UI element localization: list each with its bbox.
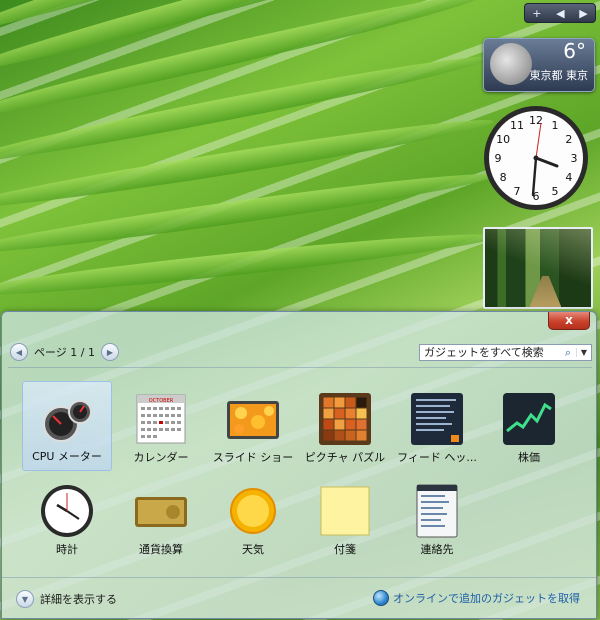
gadget-tile-currency[interactable]: 通貨換算	[116, 473, 206, 563]
clock-number: 10	[496, 133, 510, 146]
gadget-label: 株価	[518, 451, 540, 464]
clock-number: 2	[565, 133, 572, 146]
gadget-tile-cpu-meter[interactable]: CPU メーター	[22, 381, 112, 471]
get-more-gadgets-link[interactable]: オンラインで追加のガジェットを取得	[373, 590, 580, 606]
clock-number: 4	[565, 171, 572, 184]
gadget-label: 通貨換算	[139, 543, 183, 556]
clock-number: 1	[552, 119, 559, 132]
stocks-icon	[501, 391, 557, 447]
gadget-tile-sticky-note[interactable]: 付箋	[300, 473, 390, 563]
weather-temperature: 6°	[563, 39, 586, 63]
globe-icon	[373, 590, 389, 606]
gadget-label: ピクチャ パズル	[304, 451, 386, 464]
gadget-label: カレンダー	[133, 451, 189, 464]
next-gadget-page-button[interactable]: ▶	[579, 7, 587, 20]
cpu-meter-icon	[39, 392, 95, 448]
currency-icon	[133, 483, 189, 539]
close-button[interactable]: x	[548, 312, 590, 330]
clock-number: 7	[514, 185, 521, 198]
gadget-label: スライド ショー	[212, 451, 294, 464]
gadget-grid: CPU メーター OCTOBER カレンダー スライド ショー ピクチャ パズル…	[8, 367, 592, 574]
gallery-footer: ▼ 詳細を表示する オンラインで追加のガジェットを取得	[2, 577, 596, 618]
contacts-icon	[409, 483, 465, 539]
forest-path-image	[529, 275, 562, 307]
add-gadget-button[interactable]: +	[532, 7, 541, 20]
previous-page-button[interactable]: ◀	[10, 343, 28, 361]
gadget-tile-picture-puzzle[interactable]: ピクチャ パズル	[300, 381, 390, 471]
calendar-icon: OCTOBER	[133, 391, 189, 447]
picture-puzzle-icon	[317, 391, 373, 447]
feed-headlines-icon	[409, 391, 465, 447]
sticky-note-icon	[317, 483, 373, 539]
chevron-down-icon: ▼	[16, 590, 34, 608]
clock-face: 12 1234567891011	[484, 106, 588, 210]
get-more-gadgets-label: オンラインで追加のガジェットを取得	[393, 592, 580, 605]
gadget-tile-contacts[interactable]: 連絡先	[392, 473, 482, 563]
clock-icon	[39, 483, 95, 539]
slideshow-icon	[225, 391, 281, 447]
moon-icon	[490, 43, 532, 85]
page-navigator: ◀ ページ 1 / 1 ▶	[10, 343, 138, 361]
search-icon[interactable]: ⌕	[560, 346, 576, 360]
gadget-label: 付箋	[334, 543, 356, 556]
show-details-toggle[interactable]: ▼ 詳細を表示する	[16, 590, 117, 608]
weather-icon	[225, 483, 281, 539]
clock-number: 8	[500, 171, 507, 184]
slideshow-gadget[interactable]	[483, 227, 593, 309]
chevron-down-icon[interactable]: ▼	[576, 348, 591, 357]
gadget-tile-feed-headlines[interactable]: フィード ヘッ...	[392, 381, 482, 471]
gadget-label: CPU メーター	[32, 450, 102, 463]
gadget-label: 連絡先	[420, 543, 454, 556]
weather-gadget[interactable]: 6° 東京都 東京	[483, 38, 595, 92]
previous-gadget-page-button[interactable]: ◀	[556, 7, 564, 20]
page-indicator: ページ 1 / 1	[34, 346, 95, 359]
sidebar-controls: + ◀ ▶	[524, 3, 596, 23]
search-box: ⌕ ▼	[419, 344, 592, 361]
clock-number: 9	[495, 152, 502, 165]
gadget-tile-stocks[interactable]: 株価	[484, 381, 574, 471]
gadget-tile-calendar[interactable]: OCTOBER カレンダー	[116, 381, 206, 471]
gadget-tile-weather[interactable]: 天気	[208, 473, 298, 563]
gadget-label: 天気	[242, 543, 264, 556]
gadget-gallery-window: x ◀ ページ 1 / 1 ▶ ⌕ ▼ CPU メーター	[1, 311, 597, 619]
clock-gadget[interactable]: 12 1 2 3 4 5 6 7 8 9 10 11	[481, 103, 591, 213]
show-details-label: 詳細を表示する	[40, 593, 117, 606]
next-page-button[interactable]: ▶	[100, 343, 119, 361]
gadget-tile-slideshow[interactable]: スライド ショー	[208, 381, 298, 471]
gadget-label: 時計	[56, 543, 78, 556]
weather-location: 東京都 東京	[529, 69, 589, 82]
gadget-tile-clock[interactable]: 時計	[22, 473, 112, 563]
clock-number: 3	[571, 152, 578, 165]
clock-number: 5	[552, 185, 559, 198]
svg-text:OCTOBER: OCTOBER	[149, 398, 174, 404]
gadget-label: フィード ヘッ...	[397, 451, 477, 464]
search-input[interactable]	[420, 346, 560, 359]
clock-number: 11	[510, 119, 524, 132]
